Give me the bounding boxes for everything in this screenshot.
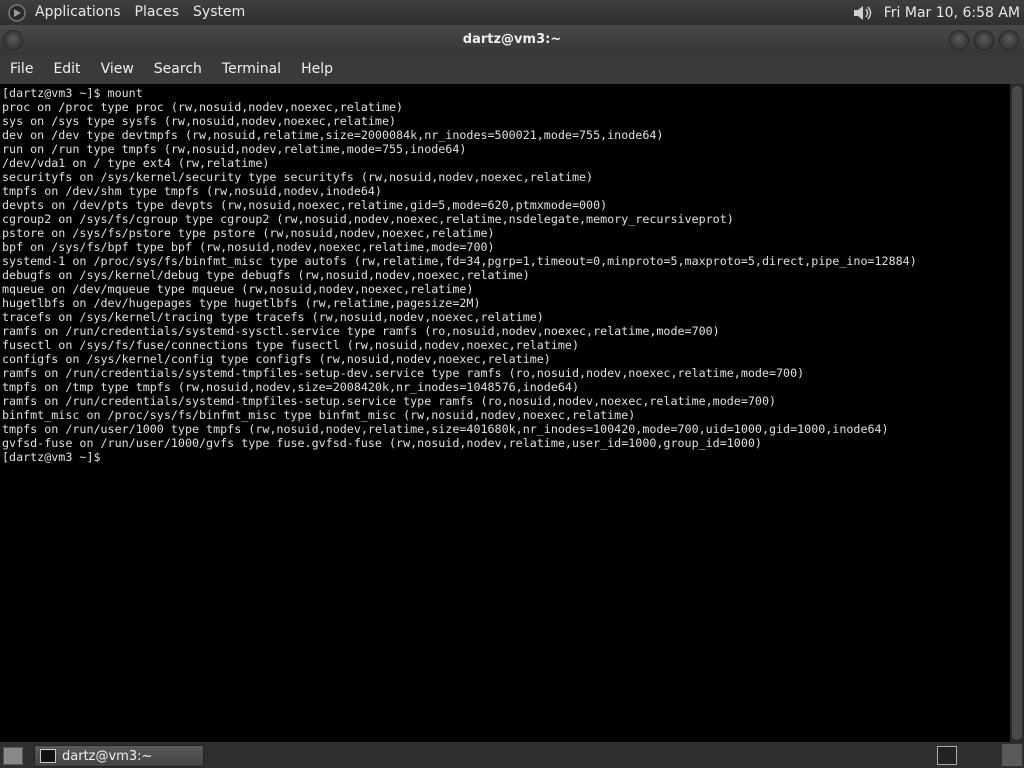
volume-icon[interactable] [852,4,874,22]
menu-terminal[interactable]: Terminal [212,55,291,84]
terminal-icon [40,749,56,763]
applications-menu[interactable]: Applications [28,0,128,25]
terminal-scrollbar[interactable] [1010,84,1024,742]
scrollbar-thumb[interactable] [1012,86,1022,740]
applications-logo-icon[interactable] [8,3,26,22]
close-button[interactable] [1000,31,1018,49]
menu-search[interactable]: Search [144,55,212,84]
terminal-area[interactable]: [dartz@vm3 ~]$ mount proc on /proc type … [0,84,1010,742]
taskbar-item-label: dartz@vm3:~ [62,748,153,764]
menu-help[interactable]: Help [291,55,343,84]
panel-right: Fri Mar 10, 6:58 AM [852,0,1020,25]
menu-file[interactable]: File [0,55,43,84]
terminal-menubar: File Edit View Search Terminal Help [0,55,1024,84]
show-desktop-icon[interactable] [3,747,23,765]
top-panel: Applications Places System Fri Mar 10, 6… [0,0,1024,25]
minimize-button[interactable] [950,31,968,49]
system-menu[interactable]: System [186,0,252,25]
window-titlebar[interactable]: dartz@vm3:~ [0,25,1024,55]
window-title: dartz@vm3:~ [462,32,562,47]
clock[interactable]: Fri Mar 10, 6:58 AM [884,5,1020,21]
tray-handle[interactable] [1002,744,1022,766]
terminal-output: [dartz@vm3 ~]$ mount proc on /proc type … [2,86,917,464]
panel-menus: Applications Places System [28,0,252,25]
places-menu[interactable]: Places [128,0,187,25]
maximize-button[interactable] [975,31,993,49]
menu-view[interactable]: View [91,55,144,84]
bottom-taskbar: dartz@vm3:~ [0,742,1024,768]
taskbar-item-terminal[interactable]: dartz@vm3:~ [34,745,204,767]
workspace-switcher-icon[interactable] [937,746,957,765]
menu-edit[interactable]: Edit [43,55,90,84]
